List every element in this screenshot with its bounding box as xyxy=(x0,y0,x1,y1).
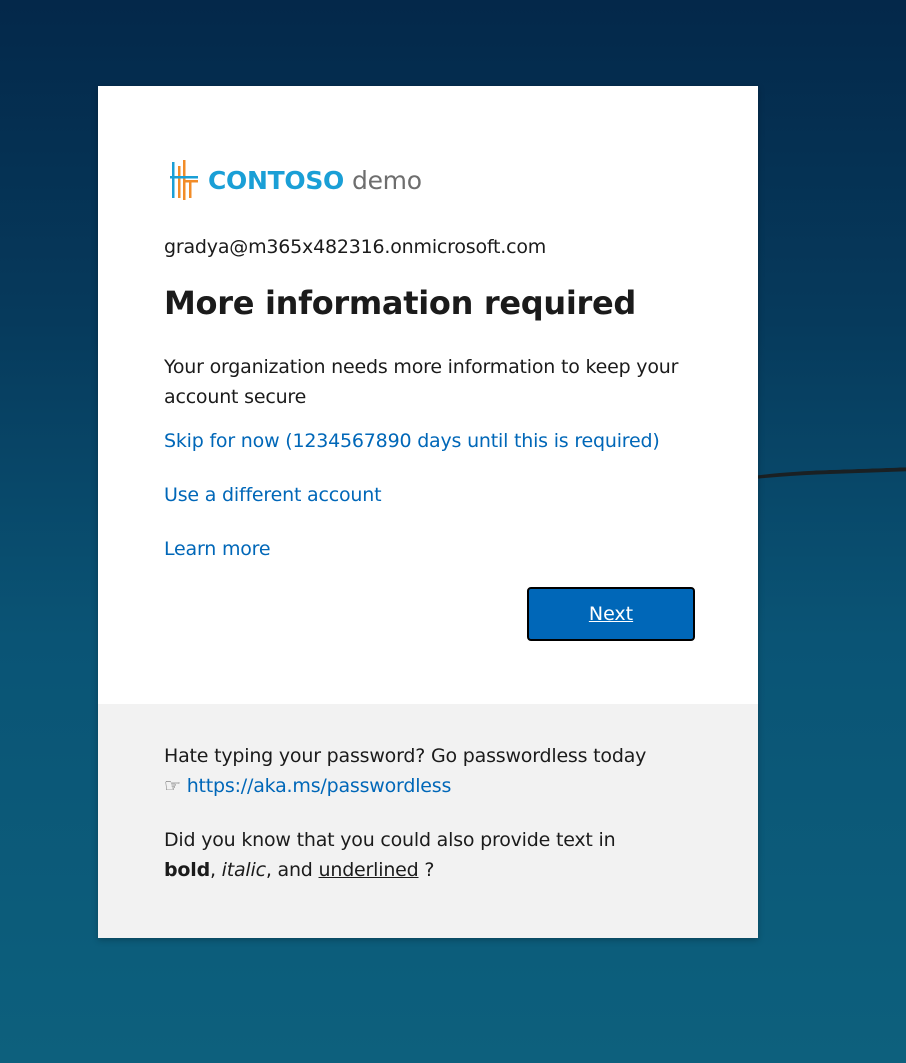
skip-for-now-link[interactable]: Skip for now (1234567890 days until this… xyxy=(164,430,660,452)
passwordless-promo: Hate typing your password? Go passwordle… xyxy=(164,741,724,801)
formatting-tip-suffix: ? xyxy=(424,859,435,881)
pointing-hand-icon: ☞ xyxy=(164,775,181,797)
and-text: , and xyxy=(265,859,313,881)
logo-brand-suffix: demo xyxy=(352,165,422,195)
next-button[interactable]: Next xyxy=(527,587,695,641)
passwordless-promo-text: Hate typing your password? Go passwordle… xyxy=(164,745,647,767)
comma-separator: , xyxy=(209,859,216,881)
page-title: More information required xyxy=(164,284,637,322)
contoso-logo-icon xyxy=(170,160,198,200)
formatting-tip: Did you know that you could also provide… xyxy=(164,825,724,885)
use-different-account-link[interactable]: Use a different account xyxy=(164,484,382,506)
page-description: Your organization needs more information… xyxy=(164,356,679,408)
sign-in-card: CONTOSO demo gradya@m365x482316.onmicros… xyxy=(98,86,758,938)
company-logo: CONTOSO demo xyxy=(170,158,422,202)
underlined-sample: underlined xyxy=(318,859,419,881)
bold-sample: bold xyxy=(164,859,210,881)
logo-brand-name: CONTOSO xyxy=(208,165,344,195)
formatting-tip-prefix: Did you know that you could also provide… xyxy=(164,829,616,851)
card-footer: Hate typing your password? Go passwordle… xyxy=(98,704,758,938)
account-email: gradya@m365x482316.onmicrosoft.com xyxy=(164,236,547,258)
italic-sample: italic xyxy=(221,859,266,881)
card-main-section: CONTOSO demo gradya@m365x482316.onmicros… xyxy=(98,86,758,704)
learn-more-link[interactable]: Learn more xyxy=(164,538,271,560)
passwordless-link[interactable]: https://aka.ms/passwordless xyxy=(187,775,452,797)
